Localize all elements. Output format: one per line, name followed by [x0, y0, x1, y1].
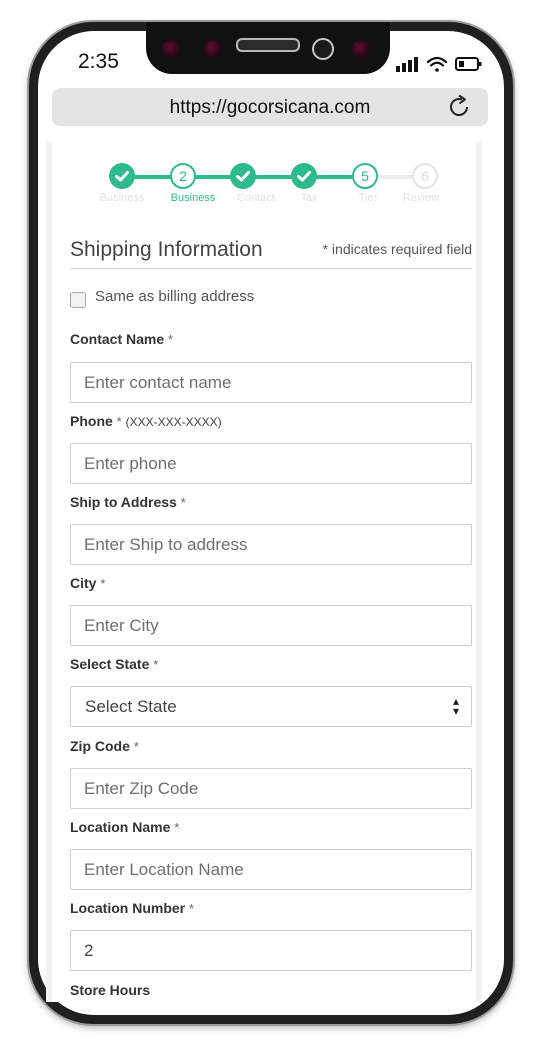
reload-icon[interactable] — [446, 94, 472, 120]
required-field-note: * indicates required field — [322, 241, 472, 257]
state-select[interactable]: Select State ▴ ▾ — [70, 686, 472, 727]
same-as-billing-checkbox[interactable] — [70, 292, 86, 308]
phone-input[interactable] — [70, 443, 472, 484]
required-star: * — [153, 657, 159, 672]
city-label-text: City — [70, 575, 97, 591]
required-star: * — [189, 901, 195, 916]
phone-label: Phone * (XXX-XXX-XXXX) — [70, 413, 222, 429]
page-content: 2 5 6 Business Business Contact Tax Tier… — [46, 142, 482, 1002]
ship-address-label: Ship to Address * — [70, 494, 186, 510]
sensor-dot — [352, 40, 370, 58]
step-6-indicator[interactable]: 6 — [412, 163, 438, 189]
front-camera — [312, 38, 334, 60]
step-6-label: Review — [402, 192, 440, 204]
step-2-indicator[interactable]: 2 — [170, 163, 196, 189]
select-arrows-icon: ▴ ▾ — [452, 694, 459, 718]
section-title: Shipping Information — [70, 238, 263, 261]
step-4-complete-icon[interactable] — [291, 163, 317, 189]
status-icons — [396, 56, 482, 72]
city-label: City * — [70, 575, 105, 591]
zip-label: Zip Code * — [70, 738, 139, 754]
title-divider — [70, 268, 472, 269]
location-name-label: Location Name * — [70, 819, 179, 835]
step-2-label: Business — [170, 192, 216, 204]
city-input[interactable] — [70, 605, 472, 646]
store-hours-label: Store Hours — [70, 982, 150, 998]
sensor-dot — [204, 40, 222, 58]
required-star: * — [133, 739, 139, 754]
required-star: * — [180, 495, 186, 510]
location-name-input[interactable] — [70, 849, 472, 890]
location-number-label-text: Location Number — [70, 900, 186, 916]
sensor-dot — [162, 40, 180, 58]
step-1-complete-icon[interactable] — [109, 163, 135, 189]
store-hours-label-text: Store Hours — [70, 982, 151, 998]
step-3-complete-icon[interactable] — [230, 163, 256, 189]
zip-input[interactable] — [70, 768, 472, 809]
same-as-billing-label: Same as billing address — [95, 288, 255, 305]
zip-label-text: Zip Code — [70, 738, 130, 754]
location-number-input[interactable] — [70, 930, 472, 971]
required-star: * — [174, 820, 180, 835]
state-label: Select State * — [70, 656, 158, 672]
required-star: * — [168, 332, 174, 347]
ship-address-label-text: Ship to Address — [70, 494, 177, 510]
phone-label-text: Phone — [70, 413, 113, 429]
step-1-label: Business — [99, 192, 145, 204]
contact-name-input[interactable] — [70, 362, 472, 403]
signal-icon — [396, 57, 418, 72]
speaker-grille — [236, 38, 300, 52]
wifi-icon — [426, 56, 448, 72]
location-number-label: Location Number * — [70, 900, 194, 916]
phone-format-hint: (XXX-XXX-XXXX) — [125, 415, 222, 429]
url-text: https://gocorsicana.com — [169, 97, 371, 118]
status-time: 2:35 — [78, 50, 119, 73]
step-5-indicator[interactable]: 5 — [352, 163, 378, 189]
required-star: * — [100, 576, 106, 591]
state-select-value: Select State — [85, 697, 177, 716]
address-bar[interactable]: https://gocorsicana.com — [52, 88, 488, 126]
required-star: * — [116, 414, 122, 429]
ship-address-input[interactable] — [70, 524, 472, 565]
state-label-text: Select State — [70, 656, 150, 672]
progress-stepper: 2 5 6 Business Business Contact Tax Tier… — [46, 142, 482, 212]
contact-name-label-text: Contact Name — [70, 331, 165, 347]
location-name-label-text: Location Name — [70, 819, 171, 835]
battery-icon — [455, 57, 482, 71]
contact-name-label: Contact Name * — [70, 331, 173, 347]
phone-notch — [146, 22, 390, 74]
